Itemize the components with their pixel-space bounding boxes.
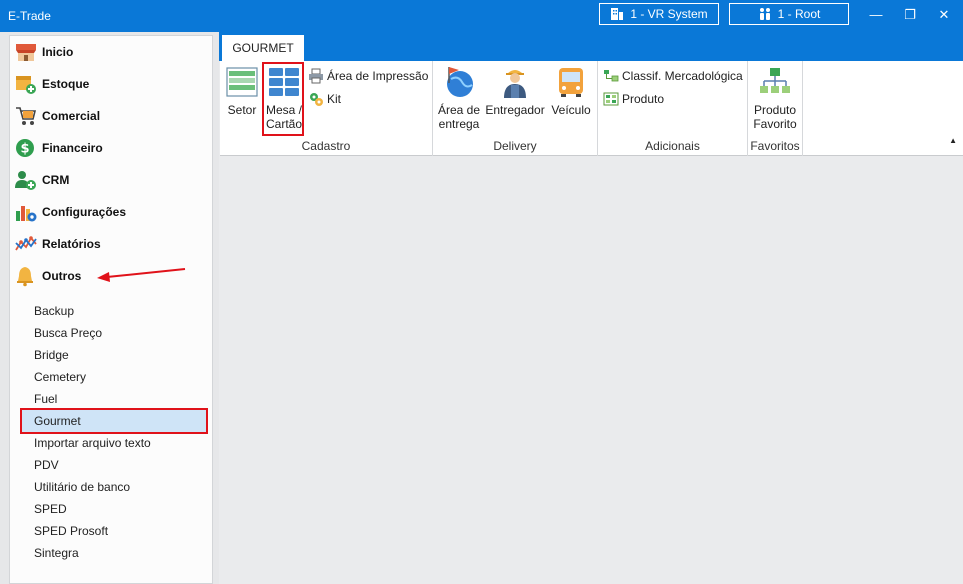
svg-text:$: $: [20, 142, 29, 157]
navigation-tree: Inicio Estoque Comercial $ Financeiro CR…: [9, 35, 213, 584]
produto-favorito-button[interactable]: Produto Favorito: [750, 65, 800, 131]
area-impressao-label: Área de Impressão: [327, 69, 429, 83]
classif-mercadologica-label: Classif. Mercadológica: [622, 69, 743, 83]
ribbon-group-delivery: Área de entrega Entregador Veículo Deliv…: [433, 61, 598, 156]
veiculo-button[interactable]: Veículo: [549, 65, 593, 117]
sector-list-icon: [225, 65, 259, 99]
ribbon-group-cadastro: Setor Mesa / Cartão Área de Impressão Ki…: [220, 61, 433, 156]
area-entrega-button[interactable]: Área de entrega: [437, 65, 481, 131]
box-add-icon: [14, 73, 38, 95]
title-bar: E-Trade 1 - VR System 1 - Root — ❐ ✕: [0, 0, 963, 32]
ribbon-collapse-button[interactable]: ▲: [949, 136, 957, 145]
users-icon: [759, 8, 770, 20]
user-label: 1 - Root: [777, 7, 821, 21]
tab-gourmet[interactable]: GOURMET: [222, 35, 304, 61]
produto-favorito-label-line1: Produto: [753, 103, 797, 117]
nav-item-label: Outros: [42, 269, 82, 283]
line-chart-icon: [14, 233, 38, 255]
entregador-button[interactable]: Entregador: [485, 65, 545, 117]
annotation-arrow: [97, 268, 186, 282]
kit-button[interactable]: Kit: [308, 89, 341, 109]
ribbon: Setor Mesa / Cartão Área de Impressão Ki…: [220, 61, 963, 156]
nav-item-label: Relatórios: [42, 237, 101, 251]
subnav-item-sintegra[interactable]: Sintegra: [20, 542, 208, 564]
close-button[interactable]: ✕: [934, 6, 954, 24]
company-label: 1 - VR System: [630, 7, 708, 21]
nav-item-configuracoes[interactable]: Configurações: [14, 200, 126, 224]
entregador-label: Entregador: [485, 103, 545, 117]
window-title: E-Trade: [8, 9, 51, 23]
bus-icon: [554, 65, 588, 99]
minimize-button[interactable]: —: [866, 6, 886, 24]
ribbon-tab-bar: GOURMET: [219, 32, 963, 61]
subnav-item-utilitario-de-banco[interactable]: Utilitário de banco: [20, 476, 208, 498]
nav-item-label: Financeiro: [42, 141, 103, 155]
ribbon-group-favoritos: Produto Favorito Favoritos: [748, 61, 803, 156]
chart-gear-icon: [14, 201, 38, 223]
delivery-person-icon: [498, 65, 532, 99]
nav-item-estoque[interactable]: Estoque: [14, 72, 89, 96]
subnav-item-bridge[interactable]: Bridge: [20, 344, 208, 366]
subnav-item-sped[interactable]: SPED: [20, 498, 208, 520]
nav-item-financeiro[interactable]: $ Financeiro: [14, 136, 103, 160]
nav-item-relatorios[interactable]: Relatórios: [14, 232, 101, 256]
main-content: GOURMET Setor Mesa / Cartão Área de Impr…: [219, 32, 963, 584]
subnav-item-importar-arquivo-texto[interactable]: Importar arquivo texto: [20, 432, 208, 454]
globe-flag-icon: [442, 65, 476, 99]
produto-label: Produto: [622, 92, 665, 106]
produto-favorito-label-line2: Favorito: [753, 117, 797, 131]
subnav-item-pdv[interactable]: PDV: [20, 454, 208, 476]
gear-kit-icon: [308, 91, 324, 107]
maximize-button[interactable]: ❐: [900, 6, 920, 24]
user-add-icon: [14, 169, 38, 191]
veiculo-label: Veículo: [551, 103, 591, 117]
group-label-favoritos: Favoritos: [750, 139, 800, 153]
building-icon: [611, 8, 624, 20]
ribbon-group-adicionais: Classif. Mercadológica Produto Adicionai…: [598, 61, 748, 156]
group-label-delivery: Delivery: [493, 139, 537, 153]
group-label-cadastro: Cadastro: [301, 139, 351, 153]
annotation-highlight-mesa-cartao: [262, 62, 304, 136]
nav-item-comercial[interactable]: Comercial: [14, 104, 100, 128]
nav-item-outros[interactable]: Outros: [14, 264, 81, 288]
produto-button[interactable]: Produto: [603, 89, 664, 109]
annotation-highlight-gourmet: [20, 408, 208, 434]
hierarchy-icon: [758, 65, 792, 99]
classif-mercadologica-button[interactable]: Classif. Mercadológica: [603, 66, 743, 86]
company-selector-button[interactable]: 1 - VR System: [599, 3, 719, 25]
nav-item-crm[interactable]: CRM: [14, 168, 69, 192]
tree-add-icon: [603, 68, 619, 84]
subnav-item-fuel[interactable]: Fuel: [20, 388, 208, 410]
area-entrega-label-line2: entrega: [438, 117, 480, 131]
store-icon: [14, 41, 38, 63]
product-grid-icon: [603, 91, 619, 107]
user-selector-button[interactable]: 1 - Root: [729, 3, 849, 25]
nav-item-label: Inicio: [42, 45, 74, 59]
subnav-item-backup[interactable]: Backup: [20, 300, 208, 322]
setor-button[interactable]: Setor: [224, 65, 260, 117]
bell-icon: [14, 265, 38, 287]
cart-icon: [14, 105, 38, 127]
group-label-adicionais: Adicionais: [645, 139, 700, 153]
setor-label: Setor: [227, 103, 257, 117]
dollar-icon: $: [14, 137, 38, 159]
subnav-item-busca-preco[interactable]: Busca Preço: [20, 322, 208, 344]
area-impressao-button[interactable]: Área de Impressão: [308, 66, 428, 86]
left-navigation-panel: Inicio Estoque Comercial $ Financeiro CR…: [0, 32, 219, 584]
area-entrega-label-line1: Área de: [437, 103, 481, 117]
nav-item-label: CRM: [42, 173, 70, 187]
subnav-item-cemetery[interactable]: Cemetery: [20, 366, 208, 388]
nav-item-inicio[interactable]: Inicio: [14, 40, 73, 64]
nav-item-label: Estoque: [42, 77, 90, 91]
nav-item-label: Configurações: [42, 205, 127, 219]
subnav-item-sped-prosoft[interactable]: SPED Prosoft: [20, 520, 208, 542]
kit-label: Kit: [327, 92, 342, 106]
printer-icon: [308, 68, 324, 84]
nav-item-label: Comercial: [42, 109, 101, 123]
